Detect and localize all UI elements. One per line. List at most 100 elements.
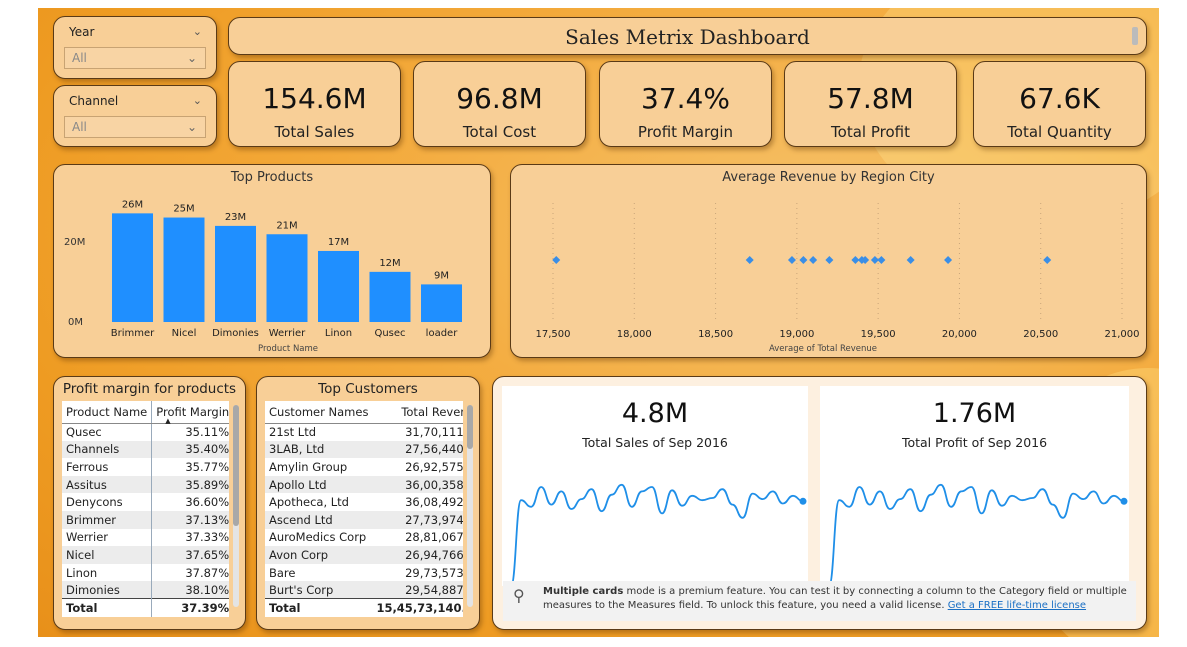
kpi-label: Total Cost (462, 123, 537, 141)
table-cell-name: Nicel (62, 546, 153, 564)
table-row[interactable]: Bare29,73,573.90 (265, 563, 463, 582)
table-cell-value: 38.10% (151, 581, 229, 599)
top-products-chart-panel: Top Products 20M 0M 26M Brimmer 25M Nicel 23… (53, 164, 491, 358)
table-cell-name: Burt's Corp (265, 581, 373, 599)
channel-dropdown-value: All (72, 120, 87, 134)
scrollbar-thumb[interactable] (233, 405, 239, 527)
x-tick-label: 20,500 (1023, 329, 1058, 340)
table-row[interactable]: Apotheca, Ltd36,08,492.70 (265, 493, 463, 511)
dashboard-title: Sales Metrix Dashboard (565, 25, 810, 49)
table-row[interactable]: Avon Corp26,94,766.80 (265, 546, 463, 564)
table-row[interactable]: Werrier 37.33% (62, 528, 229, 547)
x-tick-label: 18,500 (698, 329, 733, 340)
table-total-row: Total 37.39% (62, 598, 229, 617)
top-customers-table-panel: Top Customers Customer Names Total Reven… (256, 376, 480, 630)
table-row[interactable]: Ferrous 35.77% (62, 458, 229, 476)
vertical-scrollbar[interactable] (233, 405, 239, 607)
table-cell-value: 36,00,358.90 (372, 475, 463, 494)
data-label: 9M (434, 270, 449, 281)
table-row[interactable]: Nicel 37.65% (62, 546, 229, 564)
profit-trend-sparkline (828, 483, 1128, 586)
channel-slicer[interactable]: Channel ⌄ All ⌄ (53, 85, 217, 147)
table-total-cell: 15,45,73,140.60 (372, 598, 463, 617)
trend-end-point (1120, 497, 1128, 505)
table-cell-value: 37.33% (151, 528, 229, 547)
table-cell-name: Channels (62, 440, 153, 459)
table-row[interactable]: Denycons 36.60% (62, 493, 229, 511)
table-row[interactable]: AuroMedics Corp28,81,067.00 (265, 528, 463, 547)
table-cell-name: Linon (62, 563, 153, 582)
bar (163, 217, 205, 322)
kpi-label: Total Profit (831, 123, 910, 141)
table-cell-value: 27,73,974.20 (372, 510, 463, 529)
table-row[interactable]: Burt's Corp29,54,887.60 (265, 581, 463, 599)
chevron-down-icon[interactable]: ⌄ (187, 120, 197, 134)
x-tick-label: Qusec (374, 328, 405, 339)
table-title: Top Customers (318, 381, 418, 397)
bar (421, 284, 462, 322)
scatter-point (552, 256, 561, 264)
search-icon: ⚲ (513, 586, 525, 605)
table-row[interactable]: Assitus 35.89% (62, 475, 229, 494)
year-dropdown[interactable]: All ⌄ (64, 47, 206, 69)
kpi-card-profit-margin: 37.4% Profit Margin (599, 61, 772, 147)
y-tick-label: 20M (64, 237, 85, 248)
x-tick-label: 20,000 (942, 329, 977, 340)
table-cell-value: 29,73,573.90 (372, 563, 463, 582)
sales-trend-sparkline (510, 483, 807, 586)
profit-margin-table: Product Name Profit Margin ▲ Qusec 35.11% C… (62, 401, 229, 623)
kpi-value: 37.4% (641, 82, 730, 115)
vertical-scrollbar[interactable] (467, 405, 473, 607)
kpi-value: 154.6M (262, 82, 367, 115)
table-cell-name: Avon Corp (265, 546, 373, 564)
table-cell-value: 35.77% (151, 458, 229, 476)
x-tick-label: 17,500 (536, 329, 571, 340)
kpi-card-total-sales: 154.6M Total Sales (228, 61, 401, 147)
scatter-point (877, 256, 886, 264)
chevron-down-icon[interactable]: ⌄ (193, 94, 202, 107)
bar (318, 250, 359, 322)
sep-2016-cards-panel: 4.8M Total Sales of Sep 2016 1.76M Total… (492, 376, 1147, 630)
table-cell-value: 35.40% (151, 440, 229, 459)
table-row[interactable]: Ascend Ltd27,73,974.20 (265, 510, 463, 529)
bar (266, 234, 308, 322)
scroll-handle[interactable] (1132, 27, 1138, 45)
x-axis-label: Average of Total Revenue (769, 344, 877, 354)
scrollbar-thumb[interactable] (467, 405, 473, 450)
table-row[interactable]: Apollo Ltd36,00,358.90 (265, 475, 463, 494)
column-header-product-name[interactable]: Product Name (62, 401, 153, 424)
column-header-profit-margin[interactable]: Profit Margin ▲ (151, 401, 229, 425)
x-tick-label: loader (426, 328, 459, 339)
table-row[interactable]: Brimmer 37.13% (62, 510, 229, 529)
top-customers-table: Customer Names Total Revenue 21st Ltd31,… (265, 401, 463, 623)
bar (112, 213, 153, 322)
avg-revenue-chart: 17,500 18,000 18,500 19,000 19,500 20,000 20,5… (536, 203, 1140, 354)
chevron-down-icon[interactable]: ⌄ (193, 25, 202, 38)
table-row[interactable]: 21st Ltd31,70,111.70 (265, 423, 463, 441)
table-row[interactable]: Qusec 35.11% (62, 423, 229, 441)
channel-dropdown[interactable]: All ⌄ (64, 116, 206, 138)
table-row[interactable]: Amylin Group26,92,575.90 (265, 458, 463, 476)
x-tick-label: 19,500 (861, 329, 896, 340)
table-cell-name: Apollo Ltd (265, 475, 373, 494)
table-row[interactable]: Linon 37.87% (62, 563, 229, 582)
table-cell-name: Bare (265, 563, 373, 582)
column-header-total-revenue[interactable]: Total Revenue (372, 401, 463, 424)
x-axis-label: Product Name (258, 344, 318, 354)
table-row[interactable]: Dimonies 38.10% (62, 581, 229, 599)
table-total-row: Total15,45,73,140.60 (265, 598, 463, 617)
profit-card: 1.76M Total Profit of Sep 2016 (820, 386, 1129, 586)
chevron-down-icon[interactable]: ⌄ (187, 51, 197, 65)
x-tick-label: Linon (325, 328, 352, 339)
table-row[interactable]: 3LAB, Ltd27,56,440.30 (265, 440, 463, 459)
kpi-label: Total Sales (274, 123, 355, 141)
column-header-customer-names[interactable]: Customer Names (265, 401, 373, 424)
year-dropdown-value: All (72, 51, 87, 65)
trend-end-point (799, 497, 807, 505)
table-row[interactable]: Channels 35.40% (62, 440, 229, 459)
license-link[interactable]: Get a FREE life-time license (948, 600, 1086, 611)
y-tick-label: 0M (68, 317, 83, 328)
year-slicer[interactable]: Year ⌄ All ⌄ (53, 16, 217, 79)
table-cell-name: Denycons (62, 493, 153, 511)
scatter-point (825, 256, 834, 264)
